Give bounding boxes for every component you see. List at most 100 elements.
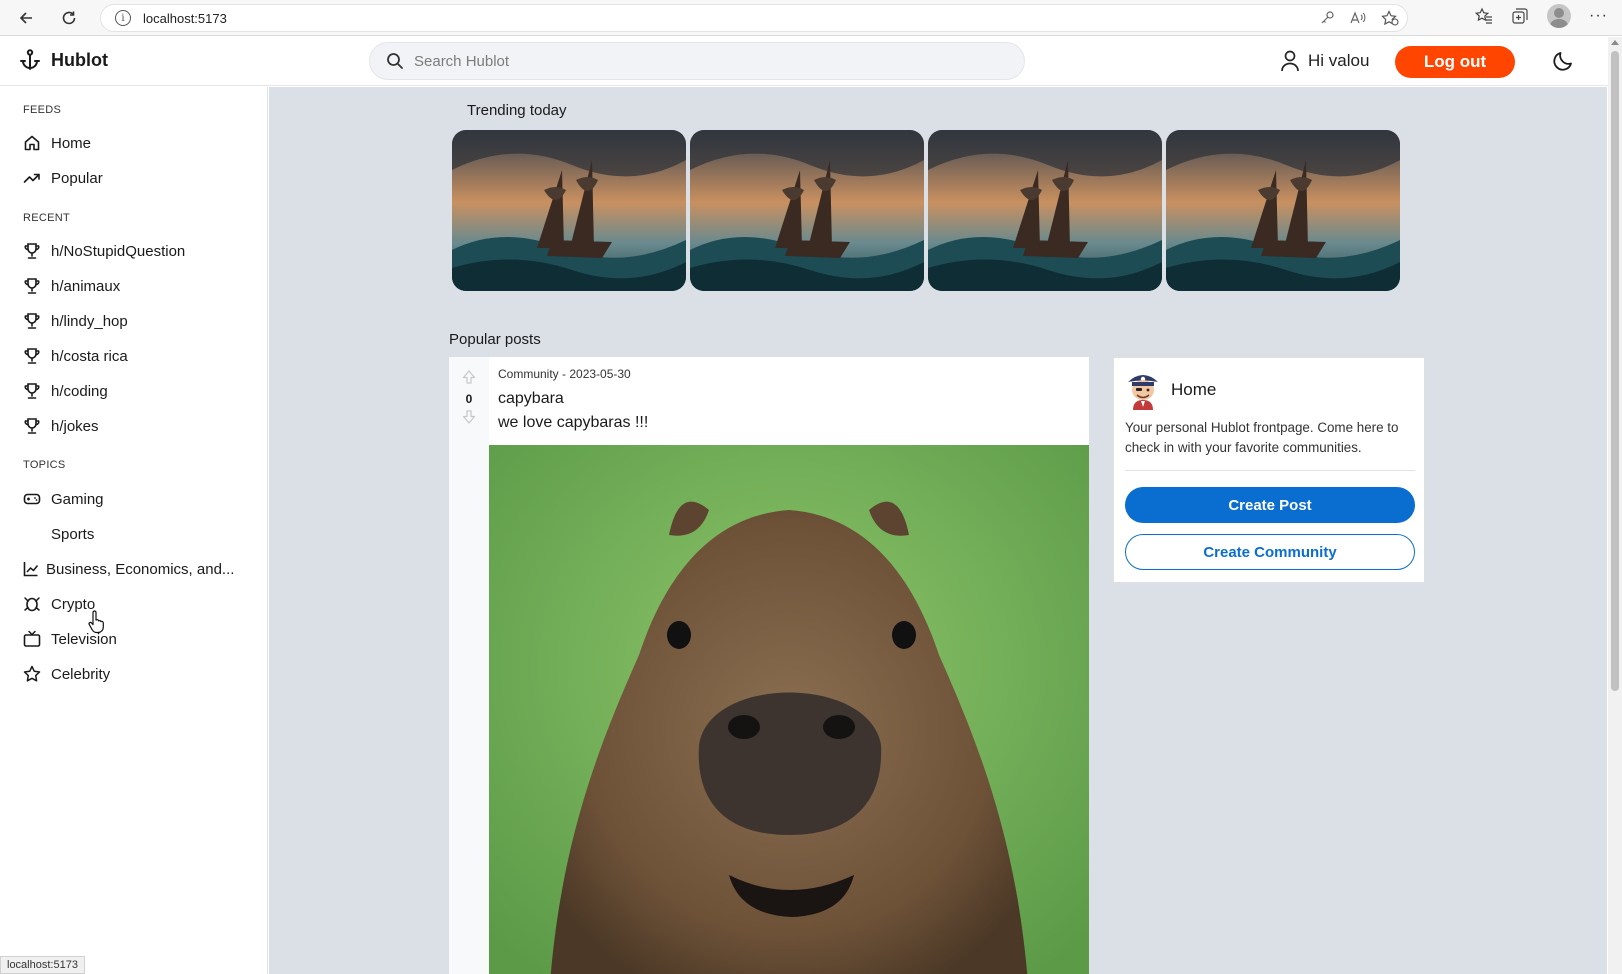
post-body: we love capybaras !!!: [498, 414, 649, 431]
sidebar-item-label: h/animaux: [51, 277, 121, 295]
create-post-button[interactable]: Create Post: [1125, 487, 1415, 523]
trending-card[interactable]: [452, 130, 686, 291]
vote-count: 0: [465, 392, 473, 406]
upvote-icon[interactable]: [461, 369, 477, 385]
sidebar-item-label: Popular: [51, 169, 103, 187]
capybara-image: [489, 445, 1089, 974]
reload-icon[interactable]: [55, 4, 83, 32]
trending-icon: [23, 173, 40, 183]
sidebar-item-label: Sports: [51, 525, 95, 543]
downvote-icon[interactable]: [461, 409, 477, 425]
user-greeting: Hi valou: [1308, 51, 1370, 70]
bug-icon: [24, 597, 40, 612]
trending-card[interactable]: [1166, 130, 1400, 291]
profile-avatar-icon[interactable]: [1547, 4, 1572, 28]
anchor-icon: [20, 49, 40, 70]
logout-button[interactable]: Log out: [1395, 46, 1515, 78]
logo[interactable]: Hublot: [18, 48, 108, 72]
app-name: Hublot: [51, 49, 108, 70]
info-icon[interactable]: i: [115, 10, 131, 26]
popular-posts-title: Popular posts: [449, 331, 541, 348]
main-content: Trending today Popular posts 0 Community…: [269, 87, 1607, 974]
user-icon: [1281, 50, 1299, 72]
tv-icon: [23, 630, 41, 647]
app-header: Hublot Hi valou Log out: [0, 37, 1608, 86]
sidebar-item-sports[interactable]: Sports: [23, 523, 94, 545]
trending-image: [452, 130, 686, 291]
home-card-title: Home: [1171, 380, 1217, 399]
trophy-icon: [24, 348, 40, 364]
create-community-button[interactable]: Create Community: [1125, 534, 1415, 570]
sidebar: FEEDS Home Popular RECENT h/NoStupidQues…: [0, 87, 268, 974]
topics-section-title: TOPICS: [23, 459, 66, 471]
back-icon[interactable]: [12, 4, 40, 32]
sidebar-item-label: Home: [51, 134, 92, 152]
key-icon[interactable]: [1319, 10, 1335, 26]
page-scrollbar[interactable]: [1608, 37, 1622, 974]
user-menu[interactable]: Hi valou: [1280, 50, 1369, 72]
scroll-thumb[interactable]: [1611, 51, 1619, 691]
trophy-icon: [24, 418, 40, 434]
mascot-avatar-icon: [1128, 375, 1158, 410]
sidebar-item-jokes[interactable]: h/jokes: [23, 415, 99, 437]
address-bar[interactable]: i localhost:5173: [100, 4, 1408, 32]
post-image[interactable]: [489, 445, 1089, 974]
sidebar-item-nostupidquestion[interactable]: h/NoStupidQuestion: [23, 240, 185, 262]
hand-cursor-icon: [88, 610, 104, 634]
read-aloud-icon[interactable]: [1349, 10, 1367, 26]
sidebar-item-costa-rica[interactable]: h/costa rica: [23, 345, 128, 367]
post-card[interactable]: 0 Community - 2023-05-30 capybara we lov…: [449, 357, 1089, 974]
trending-card[interactable]: [690, 130, 924, 291]
trending-card[interactable]: [928, 130, 1162, 291]
browser-toolbar: i localhost:5173 ···: [0, 0, 1622, 36]
sidebar-item-business[interactable]: Business, Economics, and...: [23, 558, 234, 580]
trending-image: [690, 130, 924, 291]
sidebar-item-label: Business, Economics, and...: [46, 560, 235, 578]
url-text: localhost:5173: [143, 10, 227, 26]
home-card-description: Your personal Hublot frontpage. Come her…: [1125, 420, 1399, 455]
sidebar-item-label: h/lindy_hop: [51, 312, 128, 330]
sidebar-item-home[interactable]: Home: [23, 132, 91, 154]
collections-icon[interactable]: [1511, 7, 1529, 25]
search-bar[interactable]: [369, 42, 1025, 80]
sidebar-item-label: h/NoStupidQuestion: [51, 242, 186, 260]
add-favorite-icon[interactable]: [1381, 10, 1399, 26]
favorites-icon[interactable]: [1475, 7, 1493, 25]
sidebar-item-coding[interactable]: h/coding: [23, 380, 108, 402]
scroll-up-arrow-icon[interactable]: [1611, 40, 1619, 45]
trophy-icon: [24, 383, 40, 399]
status-bar-url: localhost:5173: [0, 956, 85, 974]
sidebar-item-label: Gaming: [51, 490, 104, 508]
sidebar-item-gaming[interactable]: Gaming: [23, 488, 104, 510]
more-icon[interactable]: ···: [1589, 7, 1608, 25]
post-title[interactable]: capybara: [498, 390, 564, 408]
trophy-icon: [24, 278, 40, 294]
sidebar-item-crypto[interactable]: Crypto: [23, 593, 95, 615]
trending-image: [928, 130, 1162, 291]
trending-image: [1166, 130, 1400, 291]
sidebar-item-label: h/costa rica: [51, 347, 128, 365]
vote-column: 0: [449, 357, 489, 974]
post-meta[interactable]: Community - 2023-05-30: [498, 367, 631, 381]
sidebar-item-popular[interactable]: Popular: [23, 167, 103, 189]
home-info-card: Home Your personal Hublot frontpage. Com…: [1113, 357, 1425, 583]
search-icon: [387, 53, 403, 69]
trending-title: Trending today: [467, 102, 567, 119]
sidebar-item-label: h/coding: [51, 382, 108, 400]
trophy-icon: [24, 313, 40, 329]
sidebar-item-animaux[interactable]: h/animaux: [23, 275, 120, 297]
sidebar-item-lindy-hop[interactable]: h/lindy_hop: [23, 310, 128, 332]
feeds-section-title: FEEDS: [23, 104, 62, 116]
chart-icon: [23, 562, 39, 577]
star-icon: [23, 665, 41, 682]
dark-mode-toggle-icon[interactable]: [1552, 50, 1574, 72]
sidebar-item-celebrity[interactable]: Celebrity: [23, 663, 110, 685]
divider: [1125, 470, 1415, 471]
sidebar-item-label: Celebrity: [51, 665, 111, 683]
home-icon: [24, 135, 40, 151]
ball-icon: [23, 525, 41, 543]
recent-section-title: RECENT: [23, 212, 71, 224]
sidebar-item-label: h/jokes: [51, 417, 99, 435]
gamepad-icon: [23, 493, 41, 505]
search-input[interactable]: [414, 52, 974, 70]
